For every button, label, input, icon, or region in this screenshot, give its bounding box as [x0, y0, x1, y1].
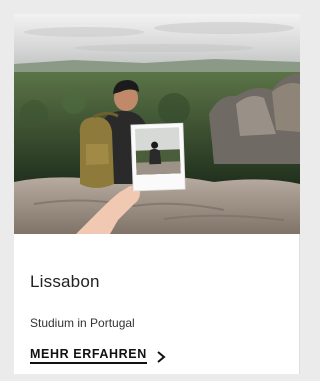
more-info-label: MEHR ERFAHREN: [30, 347, 147, 364]
card-title: Lissabon: [30, 272, 100, 291]
more-info-link[interactable]: MEHR ERFAHREN: [30, 347, 166, 364]
chevron-right-icon: [156, 350, 166, 363]
destination-card[interactable]: Lissabon Studium in Portugal MEHR ERFAHR…: [14, 14, 300, 374]
card-body: Lissabon Studium in Portugal MEHR ERFAHR…: [14, 234, 300, 374]
card-subtitle: Studium in Portugal: [30, 316, 135, 330]
destination-photo[interactable]: [14, 14, 300, 234]
